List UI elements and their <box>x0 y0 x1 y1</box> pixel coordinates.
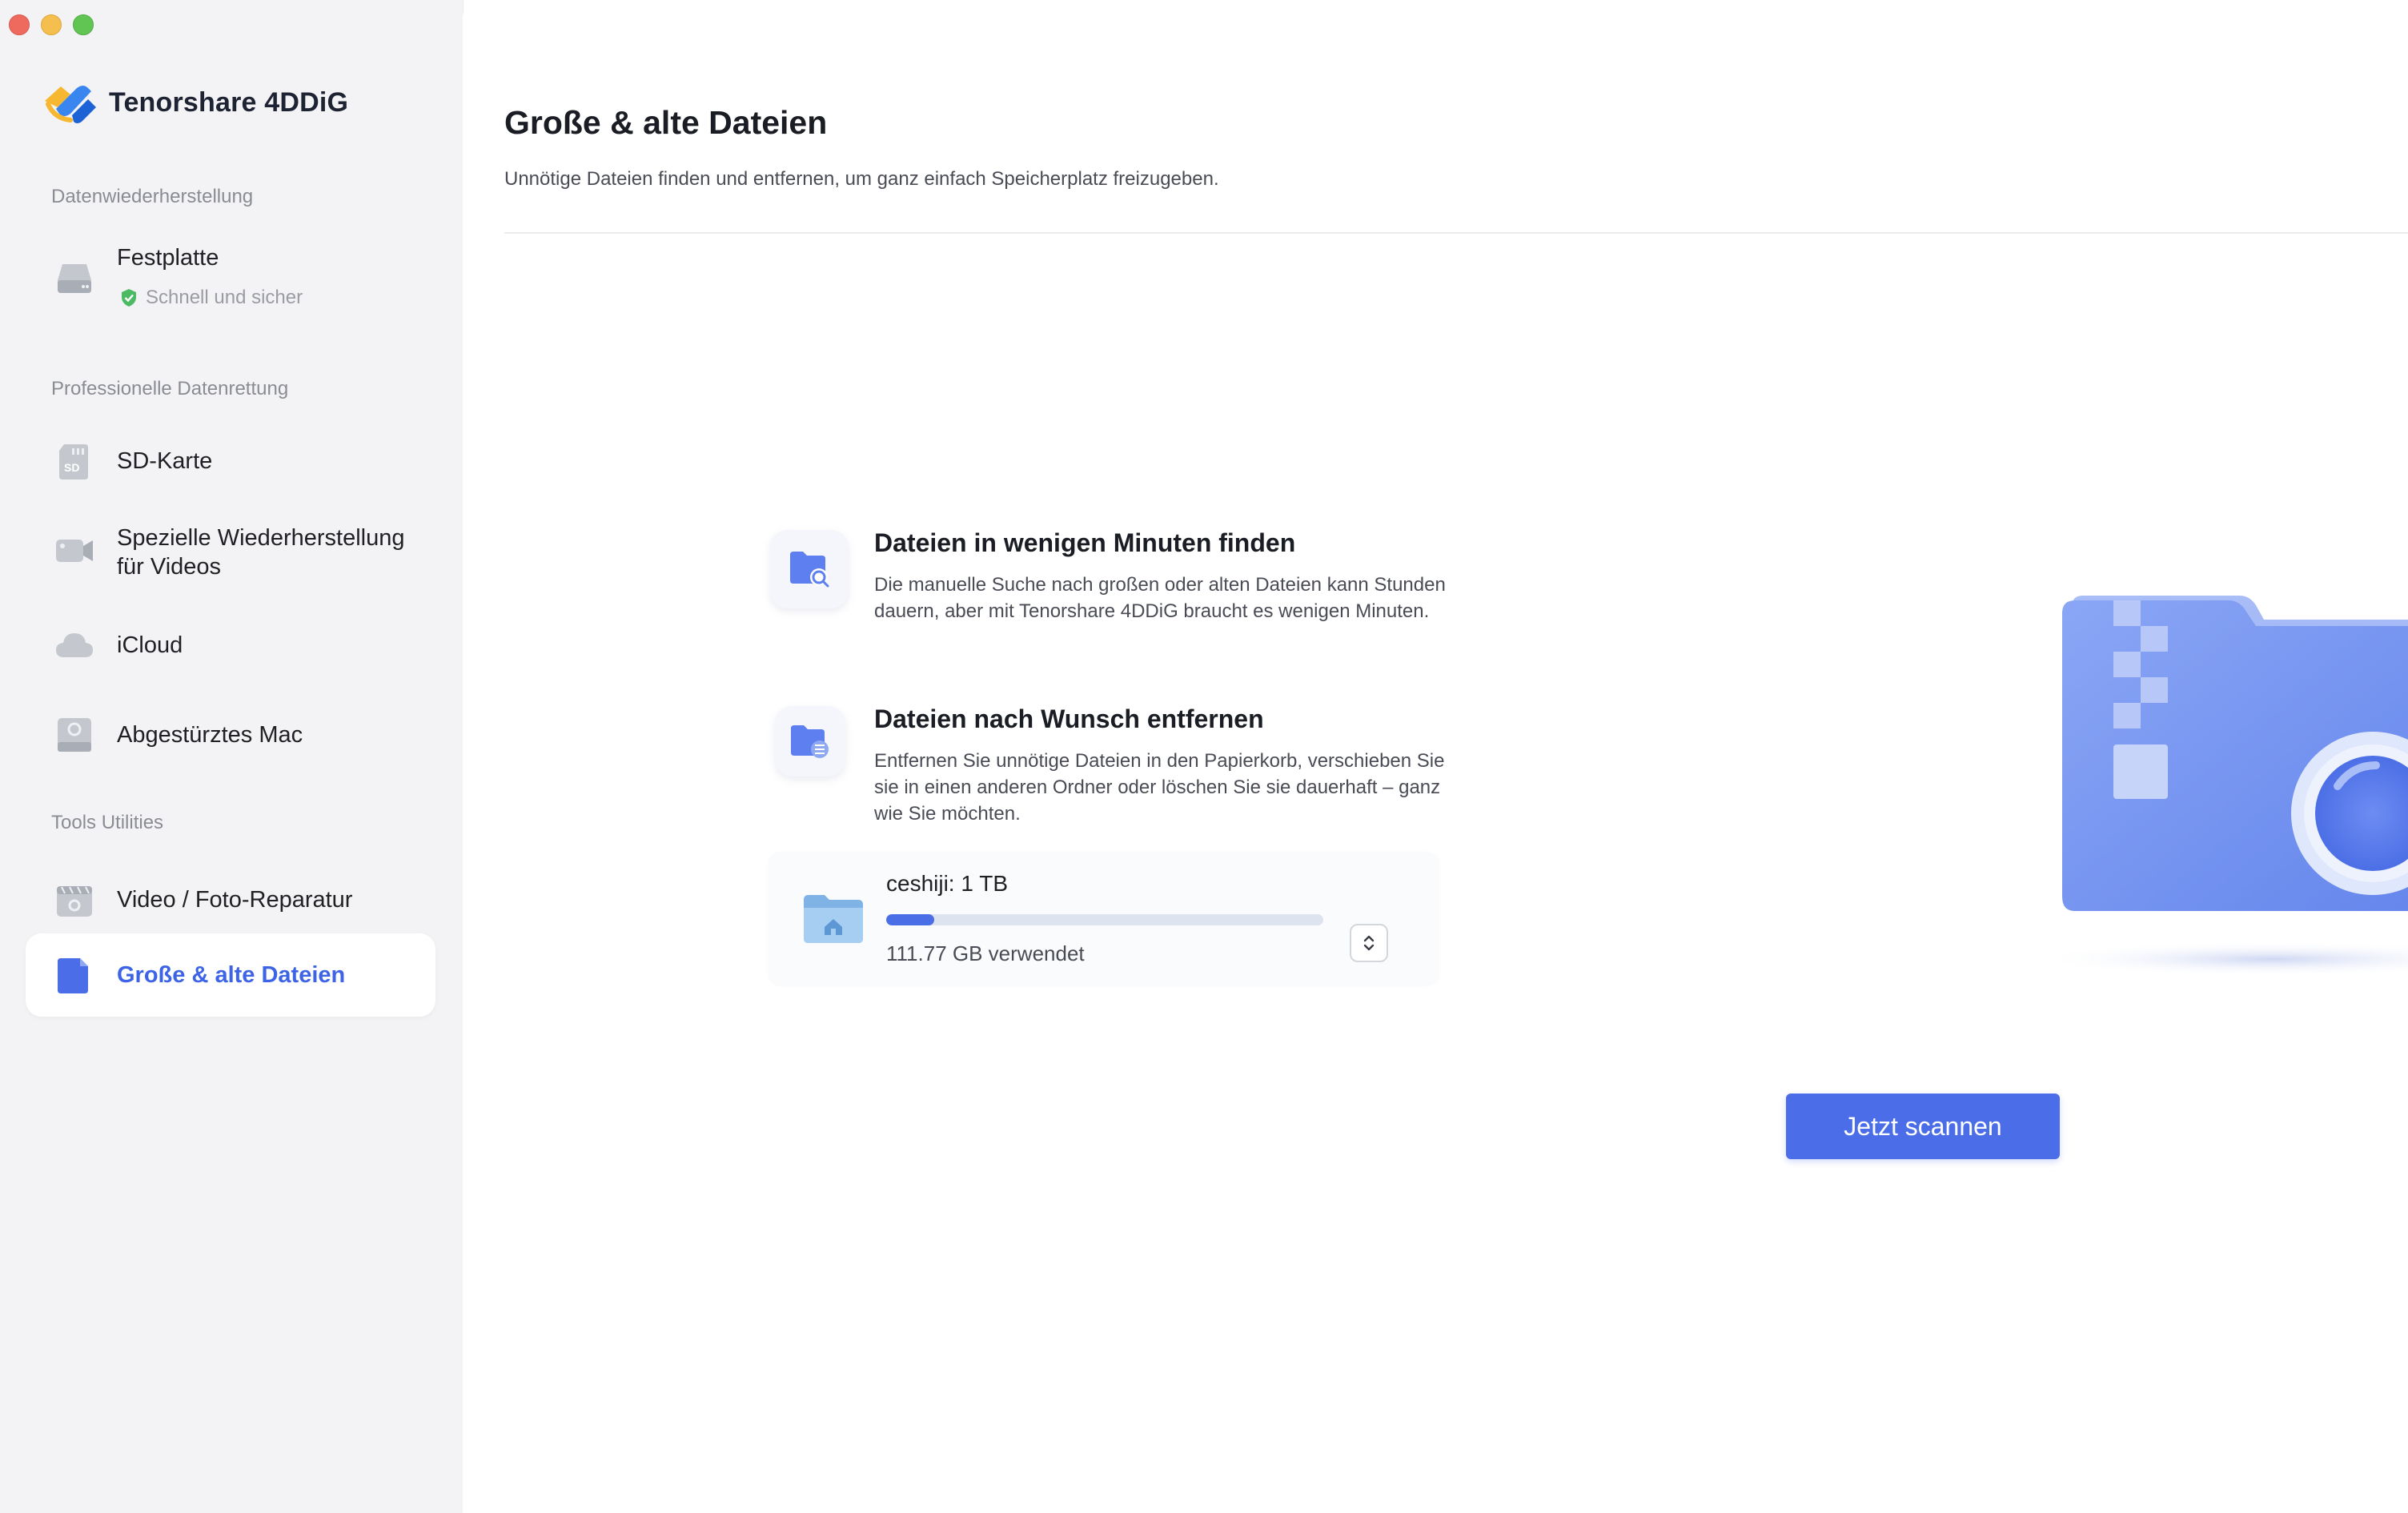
feature-title: Dateien in wenigen Minuten finden <box>874 528 1296 557</box>
divider <box>504 232 2408 234</box>
section-label-tools: Tools Utilities <box>51 812 164 833</box>
sidebar-item-icloud[interactable]: iCloud <box>26 613 435 677</box>
feature-title: Dateien nach Wunsch entfernen <box>874 704 1264 733</box>
cloud-icon <box>56 633 93 657</box>
sidebar-item-label: Große & alte Dateien <box>117 962 346 988</box>
sidebar-item-crashed-mac[interactable]: Abgestürztes Mac <box>26 703 435 767</box>
shield-check-icon <box>122 289 136 307</box>
drive-select-stepper[interactable] <box>1350 924 1388 962</box>
chevron-up-down-icon <box>1363 935 1375 951</box>
main-panel: Große & alte Dateien Unnötige Dateien fi… <box>463 0 2408 1513</box>
sidebar-item-festplatte[interactable]: Festplatte Schnell und sicher <box>26 232 435 328</box>
sidebar-item-repair[interactable]: Video / Foto-Reparatur <box>26 868 435 932</box>
minimize-window-button[interactable] <box>41 14 62 35</box>
4ddig-logo-icon <box>45 86 96 123</box>
file-icon <box>58 958 88 993</box>
window-controls <box>9 14 94 35</box>
feature-icon-box <box>775 706 845 777</box>
feature-description: Entfernen Sie unnötige Dateien in den Pa… <box>874 750 1445 825</box>
storage-progress-bar <box>886 914 1323 925</box>
section-label-recovery: Datenwiederherstellung <box>51 186 254 207</box>
sd-card-icon: SD <box>59 444 88 480</box>
sidebar: Tenorshare 4DDiG Datenwiederherstellung … <box>0 0 464 1513</box>
scan-now-button[interactable]: Jetzt scannen <box>1786 1094 2060 1159</box>
badge-label: Schnell und sicher <box>146 287 303 308</box>
close-window-button[interactable] <box>9 14 30 35</box>
status-badge: Schnell und sicher <box>120 287 303 309</box>
sidebar-item-video-recovery[interactable]: Spezielle Wiederherstellung für Videos <box>26 512 435 592</box>
feature-icon-box <box>770 530 849 608</box>
section-label-professional: Professionelle Datenrettung <box>51 378 289 399</box>
zoom-window-button[interactable] <box>73 14 94 35</box>
storage-progress-fill <box>886 914 935 925</box>
sidebar-item-sd-karte[interactable]: SD SD-Karte <box>26 429 435 493</box>
brand: Tenorshare 4DDiG <box>40 77 348 128</box>
sidebar-item-label: Spezielle Wiederherstellung <box>117 525 405 551</box>
brand-name: Tenorshare 4DDiG <box>109 86 349 118</box>
crashed-mac-icon <box>58 718 91 752</box>
sidebar-item-label-line2: für Videos <box>117 554 222 580</box>
hard-drive-icon <box>58 264 91 293</box>
sidebar-item-label: Festplatte <box>117 245 219 271</box>
folder-search-icon <box>790 552 829 588</box>
sidebar-item-label: Video / Foto-Reparatur <box>117 887 353 913</box>
sidebar-item-large-old-files[interactable]: Große & alte Dateien <box>26 933 435 1017</box>
home-folder-icon <box>804 895 863 943</box>
sidebar-item-label: Abgestürztes Mac <box>117 722 303 748</box>
repair-icon <box>57 886 92 917</box>
drive-selector[interactable]: ceshiji: 1 TB 111.77 GB verwendet <box>769 852 1439 985</box>
svg-text:SD: SD <box>64 461 79 474</box>
page-title: Große & alte Dateien <box>504 104 828 141</box>
drive-used-label: 111.77 GB verwendet <box>886 941 1085 965</box>
feature-description: Die manuelle Suche nach großen oder alte… <box>874 574 1446 622</box>
folder-magnifier-illustration <box>2040 596 2408 977</box>
sidebar-item-label: SD-Karte <box>117 448 213 474</box>
page-subtitle: Unnötige Dateien finden und entfernen, u… <box>504 168 1219 190</box>
folder-list-icon <box>791 725 829 758</box>
sidebar-item-label: iCloud <box>117 632 183 658</box>
video-camera-icon <box>56 540 93 562</box>
drive-name: ceshiji: 1 TB <box>886 871 1008 896</box>
